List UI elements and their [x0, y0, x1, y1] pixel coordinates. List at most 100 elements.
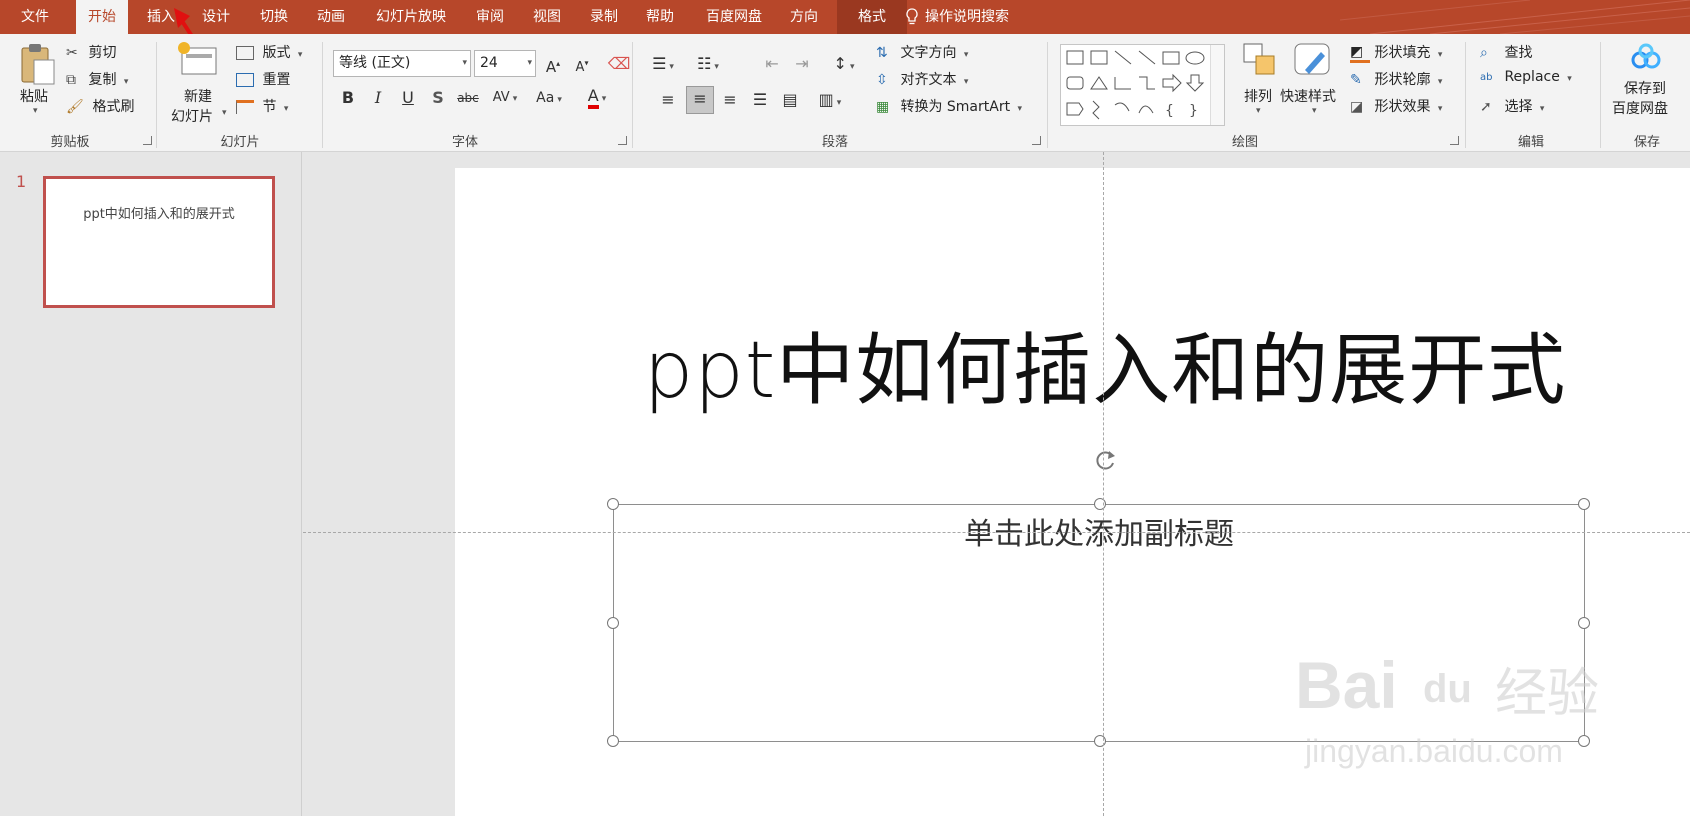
- copy-dropdown-icon[interactable]: ▾: [124, 77, 129, 87]
- text-direction-button[interactable]: ⇅ 文字方向 ▾: [876, 42, 968, 62]
- shapes-gallery-scrollbar[interactable]: [1210, 45, 1224, 125]
- character-spacing-button[interactable]: AV ▾: [488, 86, 522, 110]
- save-to-baidu-netdisk-button[interactable]: 保存到 百度网盘: [1610, 42, 1682, 126]
- new-slide-button[interactable]: 新建 幻灯片 ▾: [168, 40, 228, 126]
- align-left-button[interactable]: ≡: [656, 88, 680, 112]
- find-button[interactable]: ⌕ 查找: [1480, 42, 1532, 62]
- font-color-button[interactable]: A ▾: [580, 84, 614, 109]
- tab-view[interactable]: 视图: [521, 0, 573, 34]
- drawing-dialog-launcher[interactable]: [1450, 136, 1459, 145]
- section-button[interactable]: 节 ▾: [236, 96, 288, 116]
- select-button[interactable]: ➚ 选择 ▾: [1480, 96, 1544, 116]
- tab-home[interactable]: 开始: [76, 0, 128, 34]
- shape-effects-dropdown-icon[interactable]: ▾: [1438, 104, 1443, 114]
- justify-button[interactable]: ☰: [748, 88, 772, 112]
- paragraph-dialog-launcher[interactable]: [1032, 136, 1041, 145]
- shape-outline-dropdown-icon[interactable]: ▾: [1438, 77, 1443, 87]
- align-text-button[interactable]: ⇳ 对齐文本 ▾: [876, 69, 968, 89]
- numbering-button[interactable]: ☷ ▾: [690, 52, 726, 76]
- resize-handle-bottom-left[interactable]: [607, 735, 619, 747]
- text-shadow-button[interactable]: S: [426, 86, 450, 110]
- paste-dropdown-icon[interactable]: ▾: [33, 106, 38, 116]
- replace-dropdown-icon[interactable]: ▾: [1567, 74, 1572, 84]
- tab-transitions[interactable]: 切换: [248, 0, 300, 34]
- smartart-dropdown-icon[interactable]: ▾: [1018, 104, 1023, 114]
- resize-handle-top[interactable]: [1094, 498, 1106, 510]
- decrease-indent-button[interactable]: ⇤: [760, 52, 784, 76]
- font-name-combo[interactable]: 等线 (正文) ▾: [333, 50, 471, 77]
- slide-thumbnail[interactable]: ppt中如何插入和的展开式: [43, 176, 275, 308]
- font-size-combo[interactable]: 24 ▾: [474, 50, 536, 77]
- baidu-netdisk-icon: [1631, 43, 1661, 69]
- subtitle-placeholder-box[interactable]: 单击此处添加副标题: [607, 451, 1590, 747]
- chevron-down-icon[interactable]: ▾: [462, 51, 467, 76]
- align-text-dropdown-icon[interactable]: ▾: [964, 77, 969, 87]
- find-label: 查找: [1504, 45, 1533, 61]
- align-center-button[interactable]: ≡: [686, 86, 714, 114]
- chevron-down-icon[interactable]: ▾: [527, 51, 532, 76]
- change-case-button[interactable]: Aa ▾: [530, 86, 568, 110]
- section-dropdown-icon[interactable]: ▾: [284, 104, 289, 114]
- shape-effects-button[interactable]: ◪ 形状效果 ▾: [1350, 96, 1442, 116]
- tell-me-search[interactable]: 操作说明搜索: [906, 0, 1009, 34]
- shape-fill-dropdown-icon[interactable]: ▾: [1438, 50, 1443, 60]
- tab-animations[interactable]: 动画: [305, 0, 357, 34]
- copy-button[interactable]: ⧉ 复制 ▾: [66, 69, 128, 89]
- increase-indent-button[interactable]: ⇥: [790, 52, 814, 76]
- bold-button[interactable]: B: [336, 86, 360, 110]
- layout-dropdown-icon[interactable]: ▾: [298, 50, 303, 60]
- quick-styles-dropdown-icon[interactable]: ▾: [1312, 106, 1317, 116]
- line-spacing-button[interactable]: ↕ ▾: [826, 52, 862, 76]
- italic-button[interactable]: I: [366, 86, 390, 110]
- text-direction-dropdown-icon[interactable]: ▾: [964, 50, 969, 60]
- paste-button[interactable]: 粘贴 ▾: [14, 40, 58, 124]
- clear-formatting-button[interactable]: ⌫: [607, 52, 631, 76]
- arrange-button[interactable]: 排列 ▾: [1236, 42, 1286, 126]
- tab-slideshow[interactable]: 幻灯片放映: [365, 0, 457, 34]
- slide-title[interactable]: ppt中如何插入和的展开式: [455, 308, 1690, 420]
- underline-button[interactable]: U: [396, 86, 420, 110]
- ribbon-tab-bar: 文件 开始 插入 设计 切换 动画 幻灯片放映 审阅 视图 录制 帮助 百度网盘…: [0, 0, 1690, 34]
- title-bar-decoration: [1339, 0, 1690, 34]
- cut-button[interactable]: ✂ 剪切: [66, 42, 116, 62]
- clipboard-dialog-launcher[interactable]: [143, 136, 152, 145]
- format-painter-button[interactable]: 🖌 格式刷: [66, 96, 134, 116]
- layout-button[interactable]: 版式 ▾: [236, 42, 302, 62]
- font-dialog-launcher[interactable]: [618, 136, 627, 145]
- strikethrough-button[interactable]: abc: [456, 86, 480, 110]
- rotate-handle-icon[interactable]: [1092, 447, 1118, 473]
- resize-handle-right[interactable]: [1578, 617, 1590, 629]
- resize-handle-left[interactable]: [607, 617, 619, 629]
- decrease-font-size-button[interactable]: A▾: [570, 52, 594, 76]
- shape-fill-button[interactable]: ◩ 形状填充 ▾: [1350, 42, 1442, 63]
- increase-font-size-button[interactable]: A▴: [541, 52, 565, 76]
- new-slide-dropdown-icon[interactable]: ▾: [222, 108, 227, 118]
- tab-baidu-netdisk[interactable]: 百度网盘: [695, 0, 773, 34]
- columns-button[interactable]: ▥ ▾: [812, 88, 848, 112]
- select-dropdown-icon[interactable]: ▾: [1540, 104, 1545, 114]
- tab-format[interactable]: 格式: [837, 0, 907, 34]
- shapes-gallery[interactable]: { }: [1060, 44, 1225, 126]
- resize-handle-bottom-right[interactable]: [1578, 735, 1590, 747]
- bullets-button[interactable]: ☰ ▾: [645, 52, 681, 76]
- distributed-button[interactable]: ▤: [778, 88, 802, 112]
- arrange-dropdown-icon[interactable]: ▾: [1256, 106, 1261, 116]
- subtitle-placeholder-text[interactable]: 单击此处添加副标题: [614, 509, 1584, 553]
- resize-handle-top-right[interactable]: [1578, 498, 1590, 510]
- convert-smartart-button[interactable]: ▦ 转换为 SmartArt ▾: [876, 96, 1022, 116]
- resize-handle-top-left[interactable]: [607, 498, 619, 510]
- tab-direction[interactable]: 方向: [778, 0, 830, 34]
- shape-outline-button[interactable]: ✎ 形状轮廓 ▾: [1350, 69, 1442, 89]
- reset-button[interactable]: 重置: [236, 69, 290, 89]
- replace-button[interactable]: ab Replace ▾: [1480, 69, 1572, 85]
- align-right-button[interactable]: ≡: [718, 88, 742, 112]
- tab-review[interactable]: 审阅: [464, 0, 516, 34]
- tab-file[interactable]: 文件: [0, 0, 70, 34]
- resize-handle-bottom[interactable]: [1094, 735, 1106, 747]
- tab-insert[interactable]: 插入: [135, 0, 187, 34]
- quick-styles-button[interactable]: 快速样式 ▾: [1280, 42, 1346, 126]
- slide-canvas[interactable]: ppt中如何插入和的展开式 单击此处添加副标题: [455, 168, 1690, 816]
- tab-design[interactable]: 设计: [190, 0, 242, 34]
- tab-record[interactable]: 录制: [578, 0, 630, 34]
- tab-help[interactable]: 帮助: [634, 0, 686, 34]
